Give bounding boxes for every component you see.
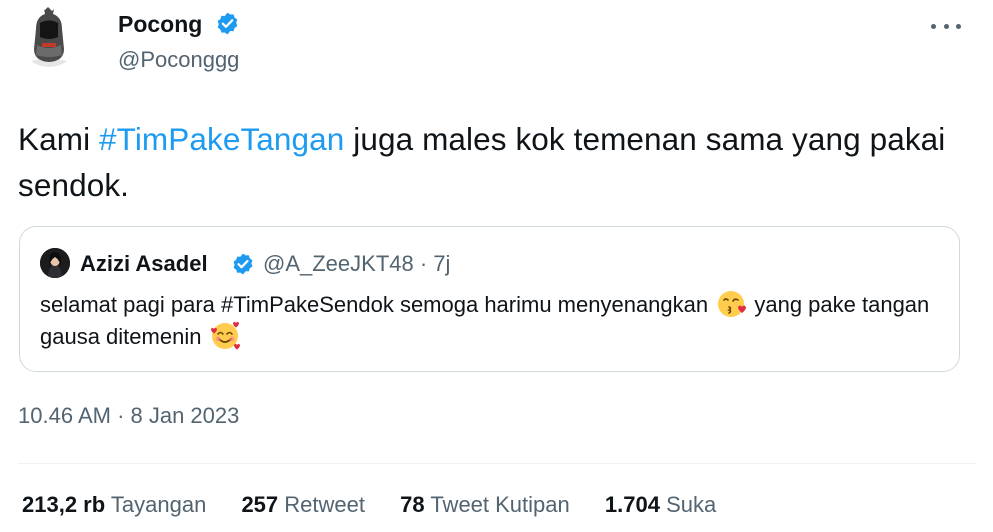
stat-retweets[interactable]: 257 Retweet — [241, 492, 365, 518]
author-name[interactable]: Pocong — [118, 10, 202, 38]
engagement-stats: 213,2 rb Tayangan 257 Retweet 78 Tweet K… — [22, 492, 745, 518]
tweet-text-start: Kami — [18, 121, 100, 157]
pocong-avatar-icon — [29, 7, 69, 67]
face-blowing-kiss-emoji-icon — [718, 291, 747, 317]
author-avatar[interactable] — [18, 5, 80, 67]
tweet-text: Kami #TimPakeTangan juga males kok temen… — [18, 116, 958, 208]
stat-quote-tweets[interactable]: 78 Tweet Kutipan — [400, 492, 570, 518]
stat-views[interactable]: 213,2 rb Tayangan — [22, 492, 206, 518]
quoted-author-avatar[interactable] — [40, 248, 70, 278]
quoted-avatar-icon — [40, 248, 70, 278]
quoted-tweet-card[interactable]: Azizi Asadel @A_ZeeJKT48 · 7j selamat pa… — [19, 226, 960, 372]
quoted-tweet-text: selamat pagi para #TimPakeSendok semoga … — [40, 289, 940, 353]
quoted-text-part1: selamat pagi para #TimPakeSendok semoga … — [40, 292, 715, 317]
divider — [18, 463, 976, 464]
quoted-author-handle[interactable]: @A_ZeeJKT48 · 7j — [263, 251, 450, 277]
more-options-icon[interactable] — [931, 14, 961, 38]
stat-likes[interactable]: 1.704 Suka — [605, 492, 716, 518]
author-handle[interactable]: @Poconggg — [118, 47, 239, 73]
verified-badge-icon — [217, 12, 238, 35]
quoted-verified-badge-icon — [233, 253, 253, 275]
quoted-author-name[interactable]: Azizi Asadel — [80, 251, 208, 277]
smiling-face-with-hearts-emoji-icon — [210, 321, 240, 350]
tweet-timestamp[interactable]: 10.46 AM · 8 Jan 2023 — [18, 403, 239, 429]
hashtag-link[interactable]: #TimPakeTangan — [99, 121, 344, 157]
